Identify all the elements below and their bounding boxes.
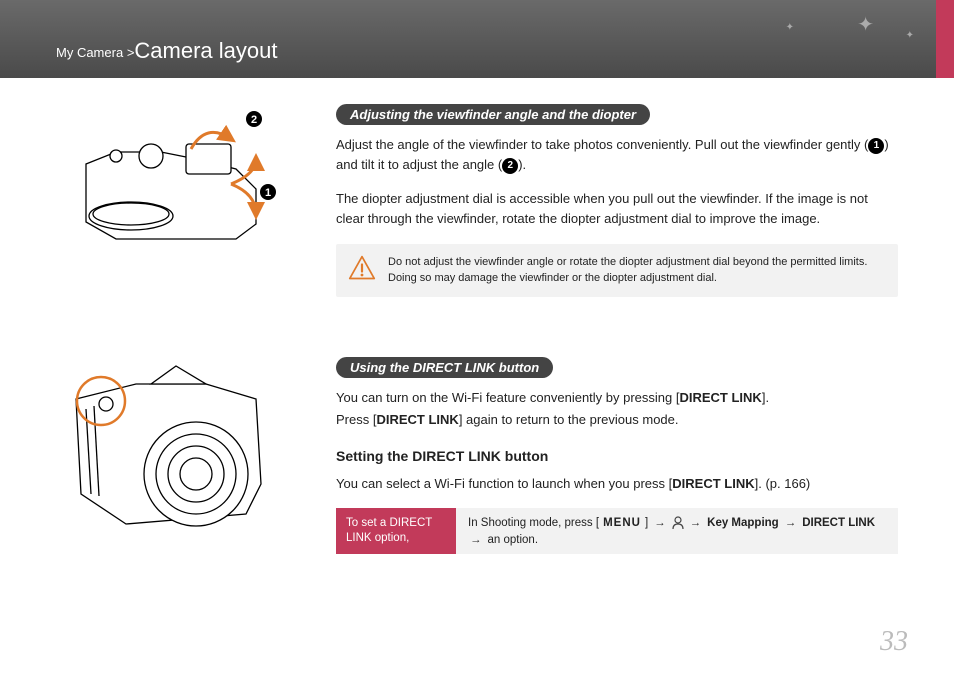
setting-paragraph: You can select a Wi-Fi function to launc…: [336, 474, 898, 494]
sparkle-icon: ✦: [857, 12, 874, 37]
page-number: 33: [880, 626, 908, 658]
option-text: an option.: [488, 534, 539, 546]
side-tab: [936, 0, 954, 78]
left-column: 2 1: [56, 104, 316, 574]
callout-1: 1: [265, 187, 271, 199]
user-icon: [672, 516, 684, 530]
viewfinder-illustration: 2 1: [56, 104, 276, 264]
direct-link-paragraph-2: Press [DIRECT LINK] again to return to t…: [336, 410, 898, 430]
arrow-icon: →: [654, 517, 666, 529]
breadcrumb: My Camera >: [56, 45, 134, 78]
callout-1-inline: 1: [868, 138, 884, 154]
procedure-body: In Shooting mode, press [MENU] → → Key M…: [456, 508, 898, 554]
section-heading-viewfinder: Adjusting the viewfinder angle and the d…: [336, 104, 650, 125]
caution-icon: [348, 254, 376, 287]
arrow-icon: →: [470, 534, 482, 546]
breadcrumb-sep: >: [127, 45, 135, 60]
header-bar: My Camera > Camera layout ✦ ✦ ✦: [0, 0, 954, 78]
procedure-row: To set a DIRECT LINK option, In Shooting…: [336, 508, 898, 554]
right-column: Adjusting the viewfinder angle and the d…: [336, 104, 898, 574]
breadcrumb-parent: My Camera: [56, 45, 123, 60]
arrow-icon: →: [785, 517, 797, 529]
sub-heading-setting: Setting the DIRECT LINK button: [336, 448, 898, 464]
direct-link-paragraph-1: You can turn on the Wi-Fi feature conven…: [336, 388, 898, 408]
viewfinder-paragraph-1: Adjust the angle of the viewfinder to ta…: [336, 135, 898, 175]
direct-link-illustration: [56, 354, 276, 554]
section-heading-direct-link: Using the DIRECT LINK button: [336, 357, 553, 378]
key-mapping-label: Key Mapping: [707, 517, 779, 529]
sparkle-icon: ✦: [906, 30, 914, 41]
arrow-icon: →: [690, 517, 702, 529]
procedure-label: To set a DIRECT LINK option,: [336, 508, 456, 554]
callout-2-inline: 2: [502, 158, 518, 174]
caution-text: Do not adjust the viewfinder angle or ro…: [388, 254, 886, 287]
viewfinder-paragraph-2: The diopter adjustment dial is accessibl…: [336, 189, 898, 229]
caution-note: Do not adjust the viewfinder angle or ro…: [336, 244, 898, 297]
direct-link-label: DIRECT LINK: [802, 517, 875, 529]
menu-glyph: MENU: [603, 517, 641, 529]
page-title: Camera layout: [134, 38, 277, 78]
callout-2: 2: [251, 114, 257, 126]
sparkle-icon: ✦: [786, 22, 794, 33]
